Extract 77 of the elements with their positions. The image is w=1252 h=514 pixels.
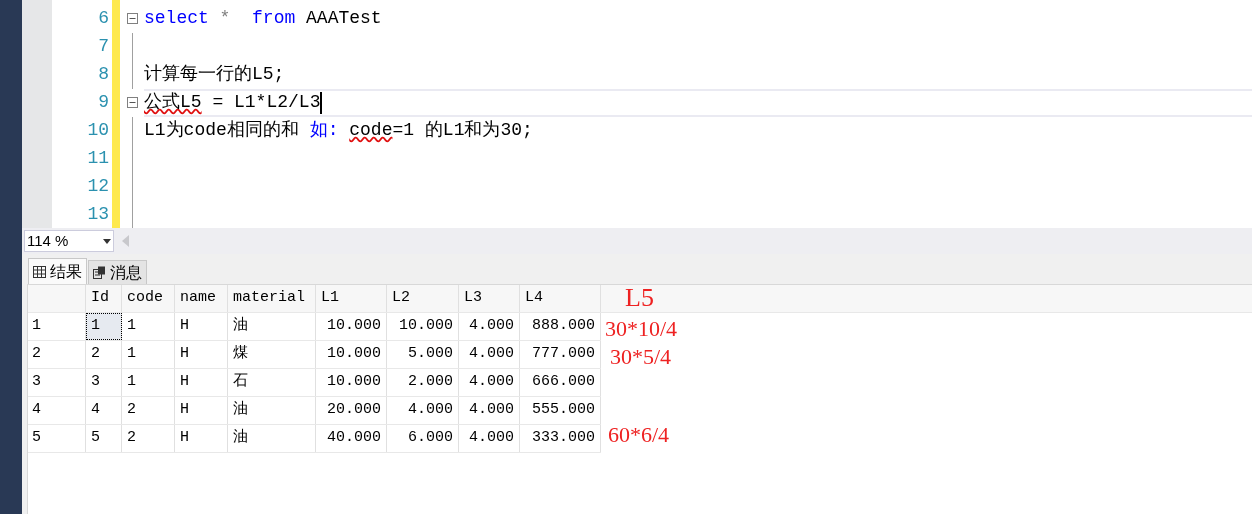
table-cell: 777.000 <box>520 341 601 368</box>
table-cell: 20.000 <box>316 397 387 424</box>
column-header[interactable]: L3 <box>459 285 520 312</box>
row-number[interactable]: 3 <box>28 369 86 396</box>
table-cell: 4.000 <box>387 397 459 424</box>
table-cell: 40.000 <box>316 425 387 452</box>
table-cell: 煤 <box>228 341 316 368</box>
handwritten-annotation: 60*6/4 <box>608 421 670 449</box>
result-tab[interactable]: 结果 <box>28 258 87 284</box>
table-cell: 1 <box>122 313 175 340</box>
table-cell: 4.000 <box>459 313 520 340</box>
result-tab[interactable]: 消息 <box>88 260 147 284</box>
table-cell: 10.000 <box>316 341 387 368</box>
table-cell: 油 <box>228 425 316 452</box>
column-header[interactable]: code <box>122 285 175 312</box>
line-number: 7 <box>98 35 109 59</box>
row-number[interactable]: 2 <box>28 341 86 368</box>
table-cell: 4 <box>86 397 122 424</box>
table-cell: 10.000 <box>316 313 387 340</box>
handwritten-annotation: 30*10/4 <box>605 315 678 343</box>
table-cell: 6.000 <box>387 425 459 452</box>
table-cell: 333.000 <box>520 425 601 452</box>
line-number: 6 <box>98 7 109 31</box>
table-cell: 油 <box>228 397 316 424</box>
line-number: 10 <box>87 118 109 142</box>
table-cell: 10.000 <box>387 313 459 340</box>
line-number: 8 <box>98 63 109 87</box>
message-icon <box>93 266 106 279</box>
table-cell: 5.000 <box>387 341 459 368</box>
table-cell: H <box>175 397 228 424</box>
grid-icon <box>33 265 46 278</box>
table-cell: 油 <box>228 313 316 340</box>
collapse-icon[interactable] <box>126 13 138 25</box>
table-cell: H <box>175 341 228 368</box>
line-number: 12 <box>87 174 109 198</box>
text-cursor <box>320 91 323 114</box>
table-cell: 1 <box>122 341 175 368</box>
table-cell: 666.000 <box>520 369 601 396</box>
table-cell: 4.000 <box>459 341 520 368</box>
table-cell: 4.000 <box>459 397 520 424</box>
column-header[interactable]: material <box>228 285 316 312</box>
handwritten-annotation: 30*5/4 <box>610 343 672 371</box>
line-number: 9 <box>98 91 109 115</box>
column-header[interactable]: L2 <box>387 285 459 312</box>
collapse-icon[interactable] <box>126 97 138 109</box>
table-cell: 555.000 <box>520 397 601 424</box>
table-cell: H <box>175 313 228 340</box>
table-cell: 4.000 <box>459 369 520 396</box>
table-cell: 10.000 <box>316 369 387 396</box>
row-number[interactable]: 5 <box>28 425 86 452</box>
zoom-dropdown[interactable]: 114 % <box>24 230 114 252</box>
table-cell: 4.000 <box>459 425 520 452</box>
table-cell: 2 <box>122 425 175 452</box>
table-cell: 1 <box>86 313 122 340</box>
code-line: select * from AAATest <box>144 7 382 31</box>
handwritten-annotation: L5 <box>625 282 654 314</box>
table-cell: 2 <box>86 341 122 368</box>
code-line: 公式L5 = L1*L2/L3 <box>144 91 321 115</box>
code-line: 计算每一行的L5; <box>144 63 285 87</box>
column-header[interactable]: Id <box>86 285 122 312</box>
column-header[interactable]: L4 <box>520 285 601 312</box>
column-header[interactable]: name <box>175 285 228 312</box>
table-cell: H <box>175 425 228 452</box>
table-cell: H <box>175 369 228 396</box>
line-number: 11 <box>87 146 109 170</box>
dropdown-caret-icon <box>103 238 111 244</box>
table-cell: 3 <box>86 369 122 396</box>
code-line: L1为code相同的和 如: code=1 的L1和为30; <box>144 119 533 142</box>
table-cell: 5 <box>86 425 122 452</box>
table-cell: 2.000 <box>387 369 459 396</box>
table-cell: 888.000 <box>520 313 601 340</box>
row-number[interactable]: 4 <box>28 397 86 424</box>
table-cell: 石 <box>228 369 316 396</box>
table-cell: 2 <box>122 397 175 424</box>
line-number: 13 <box>87 202 109 226</box>
table-cell: 1 <box>122 369 175 396</box>
column-header[interactable]: L1 <box>316 285 387 312</box>
